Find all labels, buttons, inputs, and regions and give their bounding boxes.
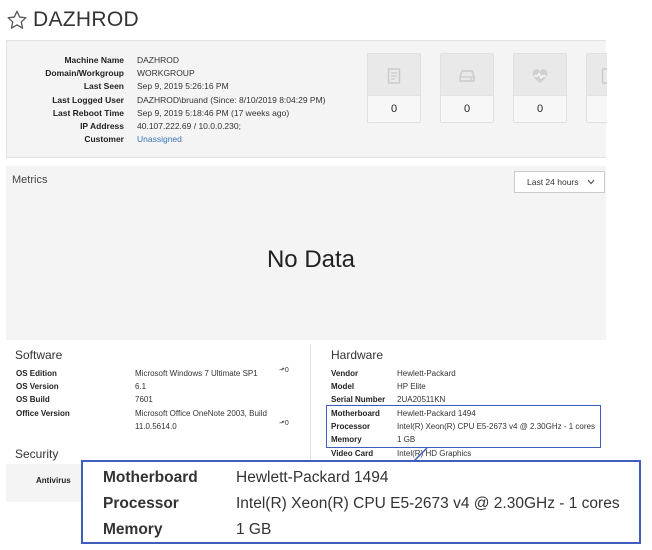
title-bar: DAZHROD xyxy=(6,6,139,34)
info-row-last-reboot: Last Reboot Time Sep 9, 2019 5:18:46 PM … xyxy=(7,107,326,120)
hardware-section-title: Hardware xyxy=(331,348,384,362)
info-label: Machine Name xyxy=(64,55,124,65)
section-divider xyxy=(310,344,311,464)
info-row-domain: Domain/Workgroup WORKGROUP xyxy=(7,67,326,80)
kv-label: OS Edition xyxy=(16,369,57,378)
favorite-star-icon[interactable] xyxy=(6,9,28,31)
kv-value: Microsoft Windows 7 Ultimate SP1 xyxy=(135,369,258,378)
info-value: 40.107.222.69 / 10.0.0.230; xyxy=(137,120,241,131)
info-label: Domain/Workgroup xyxy=(45,68,124,79)
machine-info-panel: Machine Name DAZHROD Domain/Workgroup WO… xyxy=(6,40,607,158)
drive-icon xyxy=(459,69,475,82)
stat-card-documents[interactable]: 0 xyxy=(367,53,421,123)
page-title: DAZHROD xyxy=(33,8,139,31)
kv-label: Office Version xyxy=(16,409,70,418)
zoom-label: Motherboard xyxy=(103,469,198,486)
kv-value: 7601 xyxy=(135,395,153,404)
stat-count: 0 xyxy=(441,95,493,122)
info-label: Last Logged User xyxy=(52,94,124,105)
kv-value: 6.1 xyxy=(135,382,147,391)
copy-icon[interactable]: ⬏0 xyxy=(279,419,289,427)
info-value: DAZHROD\bruand (Since: 8/10/2019 8:04:29… xyxy=(137,94,326,105)
info-value: Sep 9, 2019 5:26:16 PM xyxy=(137,81,229,92)
document-icon xyxy=(387,67,401,84)
info-value: WORKGROUP xyxy=(137,68,195,79)
zoom-value: Intel(R) Xeon(R) CPU E5-2673 v4 @ 2.30GH… xyxy=(236,495,620,512)
info-row-machine-name: Machine Name DAZHROD xyxy=(7,54,326,67)
zoom-label: Processor xyxy=(103,495,179,512)
stat-card-partial[interactable] xyxy=(586,53,607,123)
no-data-message: No Data xyxy=(266,246,356,273)
kv-value: Intel(R) HD Graphics xyxy=(397,449,472,458)
kv-value: HP Elite xyxy=(397,382,426,391)
info-row-last-user: Last Logged User DAZHROD\bruand (Since: … xyxy=(7,94,326,107)
info-label: Customer xyxy=(84,134,124,145)
zoom-value: 1 GB xyxy=(236,521,272,538)
stat-count xyxy=(587,95,607,122)
kv-label: Video Card xyxy=(331,449,374,458)
machine-info-table: Machine Name DAZHROD Domain/Workgroup WO… xyxy=(7,54,326,146)
info-value: Sep 9, 2019 5:18:46 PM (17 weeks ago) xyxy=(137,107,290,118)
document-icon xyxy=(601,67,607,84)
info-label: Last Reboot Time xyxy=(52,107,124,118)
info-value: DAZHROD xyxy=(137,55,180,65)
stat-card-drives[interactable]: 0 xyxy=(440,53,494,123)
stat-count: 0 xyxy=(368,95,420,122)
chevron-down-icon xyxy=(587,179,595,185)
kv-label: Antivirus xyxy=(36,476,71,485)
metrics-panel: Metrics Last 24 hours No Data xyxy=(6,166,606,340)
heartbeat-icon xyxy=(532,68,548,83)
customer-link[interactable]: Unassigned xyxy=(137,133,182,146)
kv-label: Vendor xyxy=(331,369,359,378)
zoom-label: Memory xyxy=(103,521,163,538)
kv-label: Model xyxy=(331,382,355,391)
kv-label: OS Version xyxy=(16,382,59,391)
metrics-label: Metrics xyxy=(12,174,48,186)
copy-icon[interactable]: ⬏0 xyxy=(279,366,289,374)
info-label: Last Seen xyxy=(83,81,124,92)
software-section-title: Software xyxy=(15,348,63,362)
stat-card-health[interactable]: 0 xyxy=(513,53,567,123)
time-range-select[interactable]: Last 24 hours xyxy=(514,171,605,193)
zoom-callout: Motherboard Hewlett-Packard 1494 Process… xyxy=(81,460,641,544)
kv-value: Hewlett-Packard xyxy=(397,369,456,378)
kv-value: Microsoft Office OneNote 2003, Build xyxy=(135,409,267,418)
info-label: IP Address xyxy=(80,120,124,131)
info-row-ip-address: IP Address 40.107.222.69 / 10.0.0.230; xyxy=(7,120,326,133)
info-row-last-seen: Last Seen Sep 9, 2019 5:26:16 PM xyxy=(7,80,326,93)
time-range-value: Last 24 hours xyxy=(527,177,579,187)
stat-count: 0 xyxy=(514,95,566,122)
info-row-customer: Customer Unassigned xyxy=(7,133,326,146)
highlight-box xyxy=(326,405,601,448)
security-section-title: Security xyxy=(15,447,59,461)
kv-value: 11.0.5614.0 xyxy=(135,422,177,431)
zoom-value: Hewlett-Packard 1494 xyxy=(236,469,389,486)
kv-label: OS Build xyxy=(16,395,50,404)
